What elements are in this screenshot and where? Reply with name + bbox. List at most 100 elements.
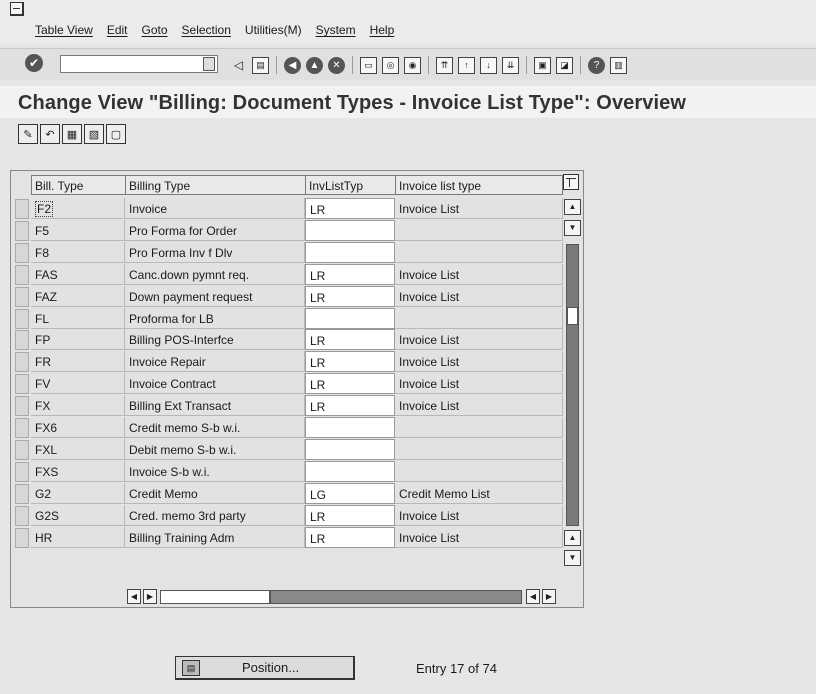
scroll-left-icon[interactable]: ◀ [127,589,141,604]
table-row[interactable]: F8 Pro Forma Inv f Dlv [11,241,563,263]
cell-inv-list-typ-input[interactable] [305,241,395,263]
scroll-left-end-icon[interactable]: ◀ [526,589,540,604]
table-row[interactable]: F5 Pro Forma for Order [11,219,563,241]
select-block-icon[interactable]: ▧ [84,124,104,144]
row-selector[interactable] [15,439,29,460]
table-row[interactable]: G2 Credit Memo LG Credit Memo List [11,482,563,504]
row-selector[interactable] [15,505,29,526]
column-header-invoice-list-type[interactable]: Invoice list type [395,175,563,195]
table-row[interactable]: FV Invoice Contract LR Invoice List [11,373,563,395]
table-row[interactable]: FAZ Down payment request LR Invoice List [11,285,563,307]
command-input[interactable] [61,58,201,74]
first-page-icon[interactable]: ⇈ [436,56,453,74]
row-selector[interactable] [15,396,29,417]
new-session-icon[interactable]: ▣ [534,56,551,74]
row-selector[interactable] [15,352,29,373]
cell-inv-list-typ-input[interactable] [305,417,395,438]
cell-inv-list-typ-input[interactable]: LR [305,285,395,307]
display-change-icon[interactable]: ✎ [18,124,38,144]
table-row[interactable]: FP Billing POS-Interfce LR Invoice List [11,329,563,351]
scroll-thumb[interactable] [567,307,578,325]
vertical-scrollbar[interactable]: ▲ ▼ ▲ ▼ [564,198,581,566]
previous-page-icon[interactable]: ↑ [458,56,475,74]
cell-inv-list-typ-input[interactable]: LG [305,482,395,504]
menu-system[interactable]: System [316,23,356,37]
row-selector[interactable] [15,483,29,504]
table-row[interactable]: F2 Invoice LR Invoice List [11,198,563,219]
row-selector[interactable] [15,220,29,241]
table-row[interactable]: FL Proforma for LB [11,307,563,329]
back-arrow-icon[interactable]: ◁ [230,57,247,74]
layout-menu-icon[interactable]: ▥ [610,56,627,74]
system-menu-icon[interactable] [10,2,24,16]
row-selector[interactable] [15,330,29,351]
menu-utilities[interactable]: Utilities(M) [245,23,302,37]
exit-icon[interactable]: ▲ [306,56,323,74]
row-selector[interactable] [15,308,29,329]
print-icon[interactable]: ▭ [360,56,377,74]
deselect-all-icon[interactable]: ▢ [106,124,126,144]
column-header-billing-type[interactable]: Billing Type [125,175,306,195]
row-selector[interactable] [15,527,29,548]
cell-inv-list-typ-input[interactable]: LR [305,504,395,526]
scroll-page-down-icon[interactable]: ▼ [564,550,581,566]
row-selector[interactable] [15,199,29,219]
row-selector[interactable] [15,286,29,307]
table-settings-icon[interactable] [563,174,579,190]
menu-help[interactable]: Help [370,23,395,37]
command-field[interactable] [60,55,218,74]
table-row[interactable]: FR Invoice Repair LR Invoice List [11,351,563,373]
cancel-icon[interactable]: ✕ [328,56,345,74]
table-row[interactable]: FX6 Credit memo S-b w.i. [11,417,563,438]
history-dropdown-icon[interactable] [203,57,215,71]
cell-inv-list-typ-input[interactable]: LR [305,329,395,351]
cell-inv-list-typ-input[interactable]: LR [305,198,395,219]
menu-selection[interactable]: Selection [182,23,231,37]
scroll-track[interactable] [566,244,579,526]
table-row[interactable]: FXS Invoice S-b w.i. [11,460,563,482]
menu-table-view[interactable]: Table View [35,23,93,37]
row-selector[interactable] [15,242,29,263]
row-selector[interactable] [15,461,29,482]
help-icon[interactable]: ? [588,56,605,74]
enter-icon[interactable]: ✔ [25,54,43,72]
back-icon[interactable]: ◀ [284,56,301,74]
cell-inv-list-typ-input[interactable] [305,219,395,241]
table-row[interactable]: HR Billing Training Adm LR Invoice List [11,526,563,548]
shortcut-icon[interactable]: ◪ [556,56,573,74]
cell-inv-list-typ-input[interactable]: LR [305,526,395,548]
scroll-up-icon[interactable]: ▲ [564,199,581,215]
scroll-down-icon[interactable]: ▼ [564,220,581,236]
scroll-right-icon[interactable]: ▶ [143,589,157,604]
next-page-icon[interactable]: ↓ [480,56,497,74]
position-button[interactable]: ▤ Position... [175,656,355,680]
table-row[interactable]: FAS Canc.down pymnt req. LR Invoice List [11,263,563,285]
row-selector[interactable] [15,264,29,285]
table-row[interactable]: G2S Cred. memo 3rd party LR Invoice List [11,504,563,526]
horizontal-scrollbar[interactable]: ◀ ▶ ◀ ▶ [127,589,583,605]
find-next-icon[interactable]: ◉ [404,56,421,74]
menu-edit[interactable]: Edit [107,23,128,37]
cell-inv-list-typ-input[interactable]: LR [305,263,395,285]
undo-change-icon[interactable]: ↶ [40,124,60,144]
column-header-inv-list-typ[interactable]: InvListTyp [305,175,396,195]
cell-inv-list-typ-input[interactable]: LR [305,373,395,395]
cell-inv-list-typ-input[interactable] [305,438,395,460]
table-row[interactable]: FXL Debit memo S-b w.i. [11,438,563,460]
cell-inv-list-typ-input[interactable] [305,460,395,482]
find-icon[interactable]: ◎ [382,56,399,74]
cell-inv-list-typ-input[interactable]: LR [305,395,395,417]
column-header-bill-type[interactable]: Bill. Type [31,175,126,195]
menu-goto[interactable]: Goto [142,23,168,37]
save-icon[interactable]: ▤ [252,56,269,74]
scroll-right-end-icon[interactable]: ▶ [542,589,556,604]
select-all-icon[interactable]: ▦ [62,124,82,144]
horizontal-scroll-track[interactable] [270,590,522,604]
horizontal-scroll-thumb[interactable] [160,590,270,604]
last-page-icon[interactable]: ⇊ [502,56,519,74]
cell-inv-list-typ-input[interactable] [305,307,395,329]
row-selector[interactable] [15,418,29,438]
cell-inv-list-typ-input[interactable]: LR [305,351,395,373]
row-selector[interactable] [15,374,29,395]
scroll-page-up-icon[interactable]: ▲ [564,530,581,546]
